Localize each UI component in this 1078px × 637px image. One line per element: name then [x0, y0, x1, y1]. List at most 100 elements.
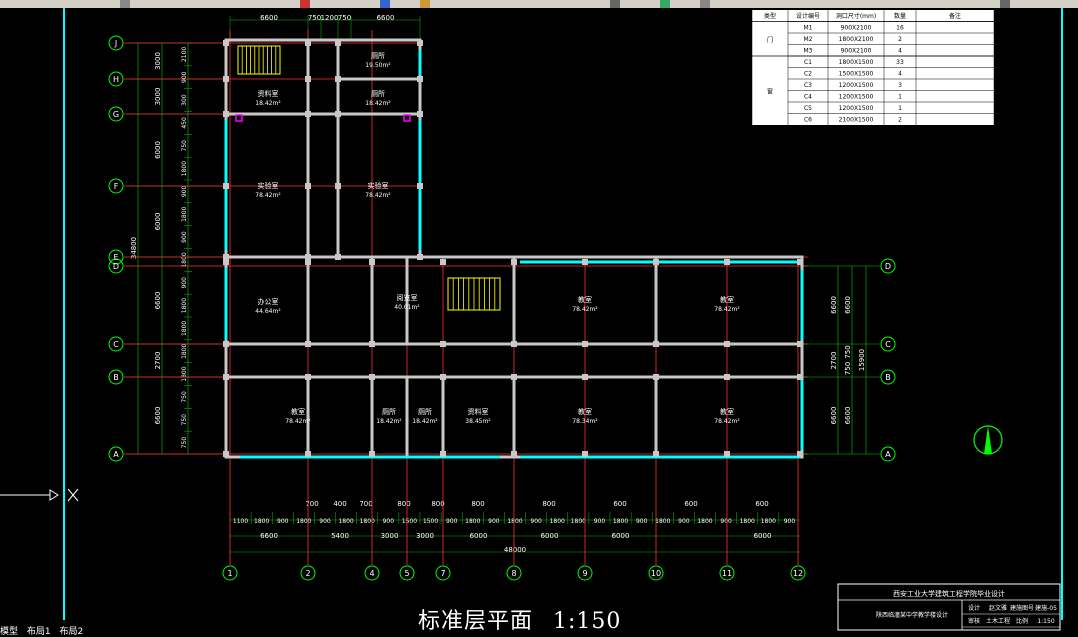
- schedule-cell: 16: [896, 25, 904, 32]
- drawing-title-main: 标准层平面: [418, 609, 534, 634]
- dimension-text: 750: [844, 345, 852, 358]
- north-arrow-pointer: [984, 426, 992, 454]
- schedule-header: 数量: [894, 12, 906, 20]
- room-name: 阅览室: [397, 293, 418, 302]
- room-name: 厕所: [418, 407, 432, 416]
- column: [305, 76, 311, 82]
- dimension-text: 750: [844, 362, 852, 375]
- drawing-canvas[interactable]: 6600 750 1200 750 66003000300060006000660027…: [0, 0, 1078, 634]
- dimension-text: 2700: [154, 352, 162, 370]
- room-name: 厕所: [371, 51, 385, 60]
- schedule-header: 类型: [764, 12, 776, 20]
- schedule-cell: C1: [804, 59, 812, 66]
- schedule-cell: M1: [804, 25, 813, 32]
- schedule-type: 窗: [767, 88, 773, 96]
- axis-label: A: [113, 450, 119, 459]
- axis-label: 11: [722, 569, 732, 578]
- dimension-text: 900: [594, 518, 606, 525]
- room-area: 78.42m²: [572, 306, 598, 313]
- column: [653, 341, 659, 347]
- dimension-text: 2700: [830, 352, 838, 370]
- dimension-text: 800: [542, 500, 555, 508]
- tab-layout2[interactable]: 布局2: [60, 627, 84, 637]
- tab-layout1[interactable]: 布局1: [27, 627, 51, 637]
- room-area: 40.01m²: [394, 304, 420, 311]
- axis-label: F: [114, 182, 119, 191]
- column: [417, 76, 423, 82]
- dimension-text: 1800: [655, 518, 670, 525]
- column: [369, 451, 375, 457]
- column: [440, 374, 446, 380]
- axis-label: 9: [582, 569, 587, 578]
- column: [417, 183, 423, 189]
- dimension-text: 1800: [181, 298, 188, 313]
- dimension-text: 800: [471, 500, 484, 508]
- axis-label: B: [885, 373, 891, 382]
- column: [223, 76, 229, 82]
- axis-label: D: [885, 262, 891, 271]
- dimension-text: 700: [305, 500, 318, 508]
- ucs-arrow: [49, 489, 59, 501]
- dimension-text: 5400: [331, 532, 349, 540]
- column: [223, 451, 229, 457]
- room-area: 78.34m²: [572, 418, 598, 425]
- dimension-text: 1800: [338, 518, 353, 525]
- dimension-text: 900: [181, 231, 188, 243]
- axis-label: B: [113, 373, 119, 382]
- column: [305, 111, 311, 117]
- column: [724, 341, 730, 347]
- room-area: 38.45m²: [465, 418, 491, 425]
- dimension-text: 900: [277, 518, 289, 525]
- dimension-text: 1800: [740, 518, 755, 525]
- room-name: 教室: [720, 295, 734, 304]
- room-name: 实验室: [368, 181, 389, 190]
- column: [305, 259, 311, 265]
- schedule-header: 备注: [949, 12, 961, 20]
- dimension-text: 900: [678, 518, 690, 525]
- axis-label: J: [114, 39, 117, 48]
- title-block-cell: 1:150: [1037, 618, 1054, 625]
- schedule-cell: C3: [804, 82, 812, 89]
- tab-model[interactable]: 模型: [0, 627, 18, 637]
- dimension-text: 1800: [296, 518, 311, 525]
- column: [223, 341, 229, 347]
- schedule-cell: C6: [804, 117, 812, 124]
- room-area: 44.64m²: [255, 308, 281, 315]
- dimension-text: 6000: [154, 213, 162, 231]
- column: [335, 111, 341, 117]
- dimension-text: 900: [446, 518, 458, 525]
- room-name: 实验室: [258, 181, 279, 190]
- room-name: 办公室: [258, 297, 279, 306]
- dimension-text: 6600: [154, 292, 162, 310]
- column: [724, 374, 730, 380]
- axis-label: 4: [369, 569, 374, 578]
- schedule-cell: 1800X1500: [839, 59, 874, 66]
- column: [335, 254, 341, 260]
- dimension-text: 750: [181, 414, 188, 426]
- title-block-project: 陕西临潼某中学教学楼设计: [876, 611, 948, 619]
- column: [335, 40, 341, 46]
- dimension-text: 750: [338, 14, 351, 22]
- room-area: 18.42m²: [255, 100, 281, 107]
- schedule-cell: 900X2100: [841, 48, 872, 55]
- schedule-cell: 4: [898, 71, 902, 78]
- dimension-text: 300: [181, 94, 188, 106]
- column: [724, 451, 730, 457]
- title-block: 西安工业大学建筑工程学院毕业设计陕西临潼某中学教学楼设计 设计 赵文雅 建施图号 建施-…: [837, 583, 1061, 631]
- axis-label: G: [113, 110, 119, 119]
- schedule-cell: 2100X1500: [839, 117, 874, 124]
- room-area: 19.50m²: [365, 62, 391, 69]
- schedule-cell: 900X2100: [841, 25, 872, 32]
- dimension-text: 3000: [381, 532, 399, 540]
- dimension-text: 900: [636, 518, 648, 525]
- column: [653, 259, 659, 265]
- title-block-cell: 设计: [968, 604, 980, 612]
- column: [582, 374, 588, 380]
- dimension-text: 1800: [465, 518, 480, 525]
- schedule-type: 门: [767, 36, 773, 44]
- column: [417, 40, 423, 46]
- dimension-text: 750: [308, 14, 321, 22]
- title-block-cell: 赵文雅: [989, 604, 1007, 612]
- dimension-text: 6600: [844, 407, 852, 425]
- dimension-text: 900: [530, 518, 542, 525]
